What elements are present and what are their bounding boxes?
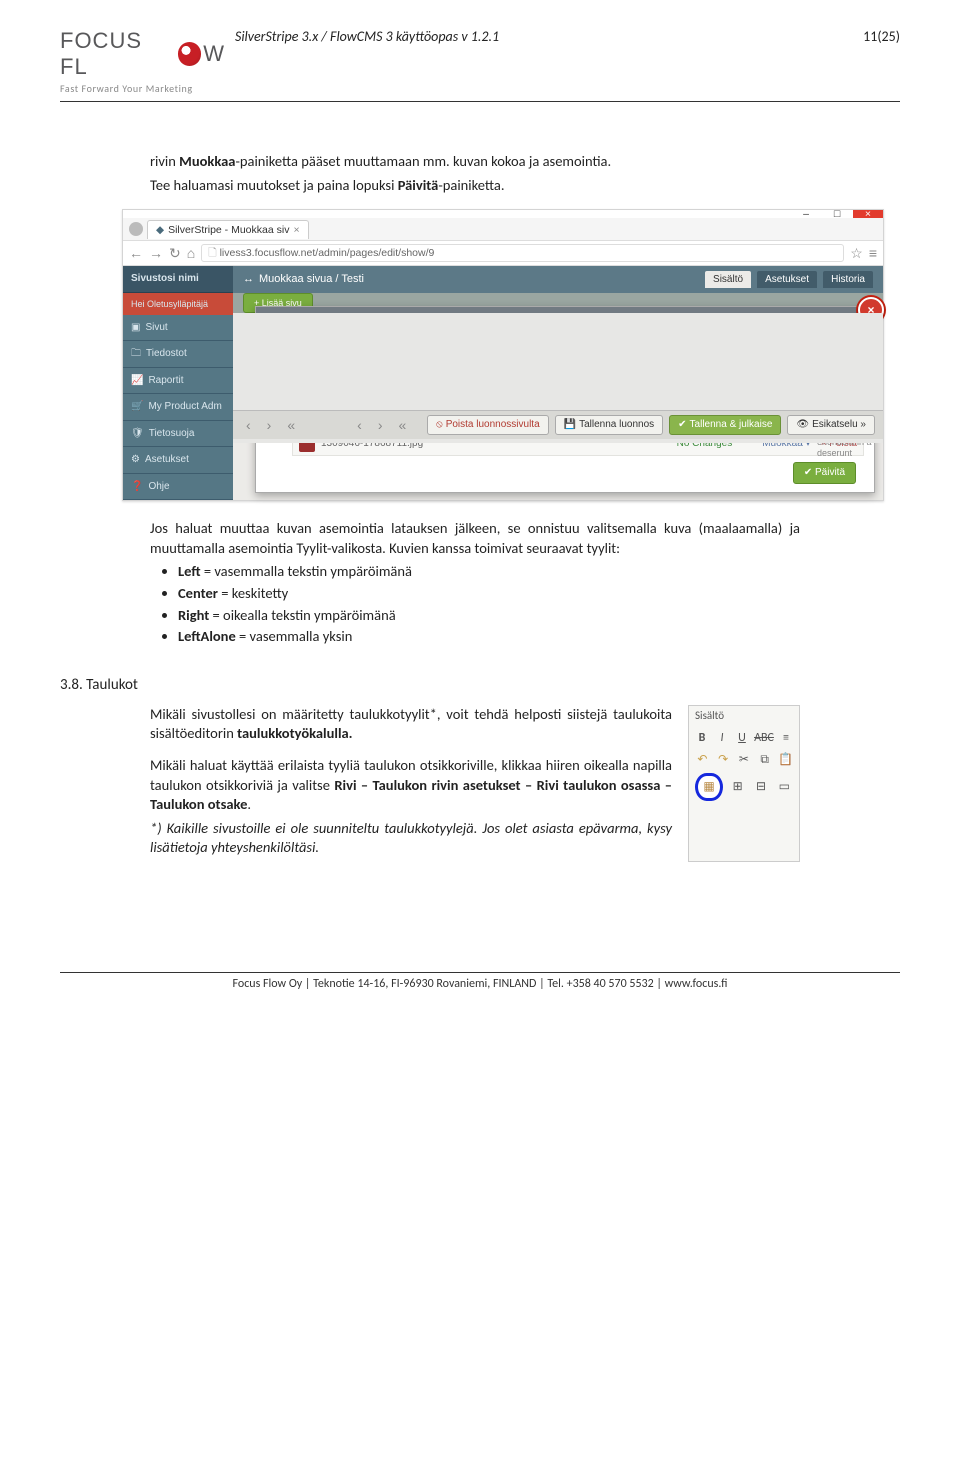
alignment-list: Left = vasemmalla tekstin ympäröimänä Ce… [178,562,800,646]
cut-icon[interactable]: ✂ [737,751,752,769]
table-insert-icon[interactable]: ⊞ [729,778,746,796]
breadcrumb: Muokkaa sivua / Testi [259,273,364,285]
list-item: Center = keskitetty [178,584,800,604]
save-icon: 💾 [564,418,576,432]
tab-sisalto[interactable]: Sisältö [705,271,751,288]
star-icon[interactable]: ☆ [850,244,863,263]
preview-button[interactable]: 👁Esikatselu » [787,415,875,435]
redo-icon[interactable]: ↷ [716,751,731,769]
nav-back-icon[interactable]: ← [129,244,143,263]
browser-tab[interactable]: ◆ SilverStripe - Muokkaa siv × [147,220,309,239]
sidebar-item-ohje[interactable]: ❓Ohje [123,474,233,501]
sidebar-item-asetukset[interactable]: ⚙Asetukset [123,447,233,474]
tab-asetukset[interactable]: Asetukset [757,271,817,288]
cms-sidebar: Sivustosi nimi Hei Oletusylläpitäjä ▣Siv… [123,266,233,500]
sidebar-item-tiedostot[interactable]: 🗀Tiedostot [123,341,233,368]
after-p1: Jos haluat muuttaa kuvan asemointia lata… [150,519,800,558]
eye-icon: 👁 [796,418,809,432]
address-bar[interactable]: 🗋 livess3.focusflow.net/admin/pages/edit… [201,244,844,262]
list-item: LeftAlone = vasemmalla yksin [178,627,800,647]
italic-icon[interactable]: I [715,729,729,747]
sidebar-item-raportit[interactable]: 📈Raportit [123,368,233,395]
report-icon: 📈 [131,374,143,388]
toolbar-header: Sisältö [689,706,799,727]
shield-icon: 🛡 [131,427,144,441]
window-titlebar: – □ × [123,210,883,218]
incognito-icon [129,222,143,236]
section-3-8-heading: 3.8. Taulukot [60,675,800,695]
tab-historia[interactable]: Historia [823,271,873,288]
logo-text-right: W [203,41,225,67]
header-divider [60,101,900,102]
page-footer: Focus Flow Oy | Teknotie 14-16, FI-96930… [60,972,900,991]
save-publish-button[interactable]: ✔Tallenna & julkaise [669,415,781,435]
strike-icon[interactable]: ABC [755,729,773,747]
scroll-right-icon[interactable]: › [262,416,277,435]
tab-close-icon: × [293,223,299,237]
highlight-circle-annotation: ▦ [695,773,723,801]
nav-reload-icon[interactable]: ↻ [169,244,181,263]
align-icon[interactable]: ≡ [779,729,793,747]
menu-icon[interactable]: ≡ [869,244,877,263]
page-number: 11(25) [863,28,900,45]
editor-toolbar-image: Sisältö B I U ABC ≡ ↶ ↷ ✂ ⧉ 📋 ▦ [688,705,800,862]
logo-tagline: Fast Forward Your Marketing [60,82,225,95]
gear-icon: ⚙ [131,453,140,467]
site-name: Sivustosi nimi [123,266,233,293]
welcome-bar: Hei Oletusylläpitäjä [123,293,233,315]
paste-icon[interactable]: 📋 [778,751,793,769]
nav-forward-icon[interactable]: → [149,244,163,263]
sec38-p2: Mikäli haluat käyttää erilaista tyyliä t… [150,756,672,815]
cms-screenshot: – □ × ◆ SilverStripe - Muokkaa siv × ← →… [122,209,884,501]
brand-logo: FOCUS FL W Fast Forward Your Marketing [60,28,225,95]
row-icon[interactable]: ▭ [776,778,793,796]
window-maximize-icon[interactable]: □ [822,210,852,218]
sidebar-item-product[interactable]: 🛒My Product Adm [123,394,233,421]
underline-icon[interactable]: U [735,729,749,747]
breadcrumb-icon: ↔ [243,273,254,285]
undo-icon[interactable]: ↶ [695,751,710,769]
delete-draft-button[interactable]: ⦸Poista luonnossivulta [427,415,548,435]
trash-icon: ⦸ [436,418,443,432]
window-minimize-icon[interactable]: – [791,210,821,218]
list-item: Right = oikealla tekstin ympäröimänä [178,606,800,626]
copy-icon[interactable]: ⧉ [757,751,772,769]
logo-swirl-icon [178,42,202,66]
table-tool-icon[interactable]: ▦ [700,778,718,796]
intro-line-1: rivin Muokkaa-painiketta pääset muuttama… [150,152,800,172]
bold-icon[interactable]: B [695,729,709,747]
list-item: Left = vasemmalla tekstin ympäröimänä [178,562,800,582]
paivita-button[interactable]: ✔ Päivitä [793,462,856,484]
help-icon: ❓ [131,480,143,494]
logo-text-left: FOCUS FL [60,28,176,80]
document-title: SilverStripe 3.x / FlowCMS 3 käyttöopas … [225,28,863,45]
intro-line-2: Tee haluamasi muutokset ja paina lopuksi… [150,176,800,196]
sec38-p1: Mikäli sivustollesi on määritetty tauluk… [150,705,672,744]
pages-icon: ▣ [131,321,140,335]
sec38-p3: *) Kaikille sivustoille ei ole suunnitel… [150,819,672,858]
sidebar-item-tietosuoja[interactable]: 🛡Tietosuoja [123,421,233,448]
scroll-left-icon[interactable]: ‹ [241,416,256,435]
window-close-icon[interactable]: × [853,210,883,218]
cart-icon: 🛒 [131,400,143,414]
nav-home-icon[interactable]: ⌂ [187,244,195,263]
sidebar-item-sivut[interactable]: ▣Sivut [123,315,233,342]
save-draft-button[interactable]: 💾Tallenna luonnos [555,415,664,435]
table-delete-icon[interactable]: ⊟ [752,778,769,796]
folder-icon: 🗀 [131,347,141,361]
check-icon: ✔ [678,418,686,432]
browser-tab-label: SilverStripe - Muokkaa siv [168,223,289,237]
